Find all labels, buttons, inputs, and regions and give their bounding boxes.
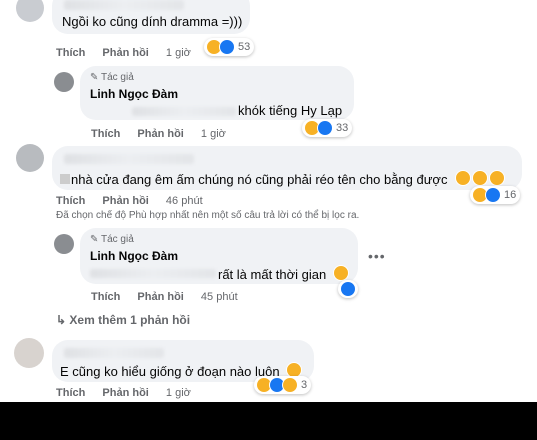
comment-bubble: nhà cửa đang êm ấm chúng nó cũng phải ré… (52, 146, 522, 190)
timestamp: 1 giờ (200, 128, 226, 140)
timestamp: 1 giờ (165, 47, 191, 59)
commenter-avatar[interactable] (16, 0, 44, 22)
author-avatar[interactable] (54, 72, 74, 92)
like-link[interactable]: Thích (56, 47, 85, 59)
like-reaction-icon (219, 39, 235, 55)
reply-link[interactable]: Phản hồi (102, 47, 148, 59)
reaction-count: 53 (238, 41, 251, 53)
author-badge-label: Tác giả (100, 234, 134, 245)
author-avatar[interactable] (54, 234, 74, 254)
view-more-label: Xem thêm 1 phản hồi (69, 313, 191, 327)
reaction-summary[interactable]: 53 (204, 38, 255, 56)
reply-arrow-icon: ↳ (56, 313, 67, 327)
comment-actions: Thích Phản hồi 1 giờ (56, 47, 205, 59)
reply-link[interactable]: Phản hồi (102, 387, 148, 399)
sad-reaction-icon (282, 377, 298, 393)
reply-bubble: ✎ Tác giả Linh Ngọc Đàm khók tiếng Hy Lạ… (80, 66, 354, 120)
more-options-icon[interactable]: ••• (368, 248, 386, 264)
reaction-count: 16 (504, 189, 517, 201)
comment-actions: Thích Phản hồi 46 phút (56, 195, 217, 207)
redacted-name (64, 348, 164, 358)
reaction-count: 3 (301, 379, 308, 391)
timestamp: 46 phút (165, 195, 203, 207)
comment-actions: Thích Phản hồi 1 giờ (56, 387, 205, 399)
like-link[interactable]: Thích (56, 387, 85, 399)
grin-emoji-icon (472, 170, 489, 186)
like-reaction-icon (317, 120, 333, 136)
like-reaction-icon (340, 281, 356, 297)
reply-link[interactable]: Phản hồi (137, 291, 183, 303)
comment-text: Ngồi ko cũng dính dramma =))) (62, 14, 243, 29)
reply-actions: Thích Phản hồi 1 giờ (91, 128, 240, 140)
filter-notice: Đã chọn chế độ Phù hợp nhất nên một số c… (56, 210, 360, 221)
reaction-summary[interactable]: 3 (254, 376, 312, 394)
author-badge: ✎ Tác giả (90, 234, 134, 245)
comment-text: nhà cửa đang êm ấm chúng nó cũng phải ré… (60, 170, 506, 187)
comment-text-content: nhà cửa đang êm ấm chúng nó cũng phải ré… (71, 172, 448, 187)
comment-text-content: E cũng ko hiểu giống ở đoạn nào luôn (60, 364, 280, 379)
sweat-emoji-icon (332, 265, 349, 281)
commenter-avatar[interactable] (16, 144, 44, 172)
redacted-text (90, 269, 216, 278)
reply-author[interactable]: Linh Ngọc Đàm (90, 87, 178, 101)
reaction-count: 33 (336, 122, 349, 134)
like-link[interactable]: Thích (56, 195, 85, 207)
reply-text-content: rất là mất thời gian (218, 267, 327, 282)
like-reaction-icon (485, 187, 501, 203)
reply-link[interactable]: Phản hồi (102, 195, 148, 207)
timestamp: 1 giờ (165, 387, 191, 399)
reaction-summary[interactable] (338, 280, 358, 298)
reaction-summary[interactable]: 33 (302, 119, 353, 137)
bottom-black-bar (0, 402, 537, 440)
author-badge: ✎ Tác giả (90, 72, 134, 83)
author-badge-label: Tác giả (100, 72, 134, 83)
reply-bubble: ✎ Tác giả Linh Ngọc Đàm rất là mất thời … (80, 228, 358, 284)
reaction-summary[interactable]: 16 (470, 186, 521, 204)
like-link[interactable]: Thích (91, 128, 120, 140)
reply-actions: Thích Phản hồi 45 phút (91, 291, 252, 303)
redacted-name (64, 154, 194, 164)
redacted-text (132, 107, 236, 116)
commenter-avatar[interactable] (14, 338, 44, 368)
grin-emoji-icon (489, 170, 506, 186)
blurred-icon (60, 174, 70, 184)
grin-emoji-icon (455, 170, 472, 186)
redacted-name (64, 0, 184, 10)
reply-author[interactable]: Linh Ngọc Đàm (90, 249, 178, 263)
reply-link[interactable]: Phản hồi (137, 128, 183, 140)
reply-text: khók tiếng Hy Lạp (238, 103, 343, 118)
reply-text: rất là mất thời gian (218, 265, 349, 282)
timestamp: 45 phút (200, 291, 238, 303)
like-link[interactable]: Thích (91, 291, 120, 303)
view-more-replies[interactable]: ↳ Xem thêm 1 phản hồi (56, 313, 190, 327)
comment-bubble: Ngồi ko cũng dính dramma =))) (52, 0, 250, 34)
